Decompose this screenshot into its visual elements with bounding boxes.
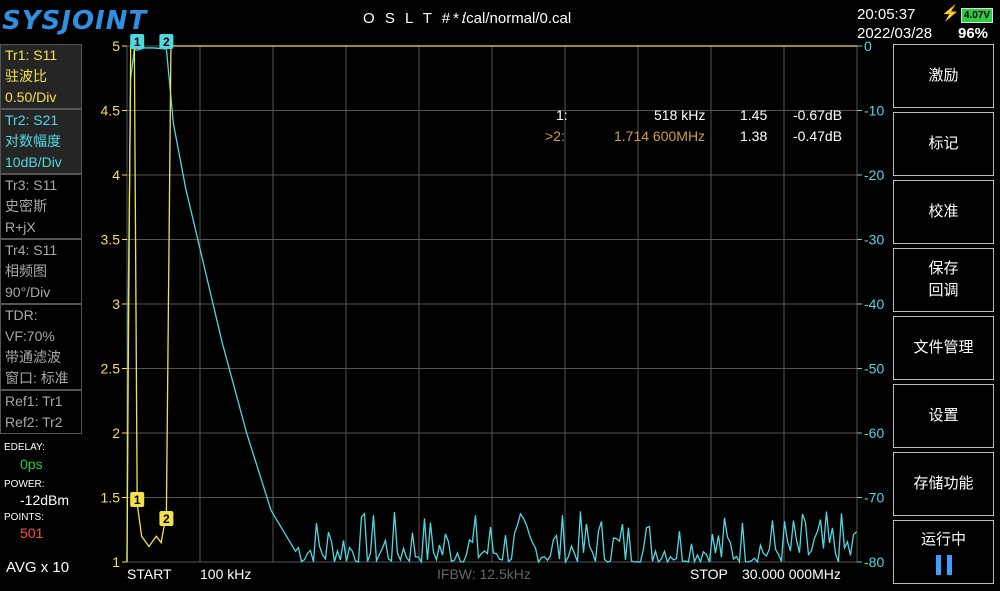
stimulus-button[interactable]: 激励 [893,44,994,108]
right-tick-label: -10 [864,103,884,119]
marker-2-freq: 1.714 600MHz [614,128,706,144]
right-tick-label: -40 [864,296,884,312]
marker-1-flag-top: 1 [130,34,145,49]
left-tick-label: 4.5 [101,103,121,119]
marker-1-freq: 518 kHz [654,107,706,123]
right-axis-ticks: 0 -10 -20 -30 -40 -50 -60 -70 -80 [857,38,884,570]
start-frequency[interactable]: 100 kHz [200,566,251,582]
stimulus-label: 激励 [928,67,959,84]
right-tick-label: -70 [864,490,884,506]
calibrate-button[interactable]: 校准 [893,180,994,244]
settings-button[interactable]: 设置 [893,384,994,448]
calibrate-label: 校准 [928,203,959,220]
start-label: START [127,566,172,582]
marker-2-flag-bottom: 2 [159,510,174,526]
run-label: 运行中 [920,531,966,548]
settings-label: 设置 [928,407,959,424]
save-recall-label: 保存 回调 [928,260,959,299]
pause-icon [935,555,952,575]
svg-text:2: 2 [163,512,170,526]
svg-text:1: 1 [134,35,141,49]
stop-label: STOP [690,566,728,582]
marker-1-id: 1: [556,107,568,123]
svg-text:2: 2 [163,35,170,49]
left-tick-label: 5 [112,38,120,54]
left-tick-label: 2.5 [101,361,121,377]
right-tick-label: -30 [864,232,884,248]
file-manager-button[interactable]: 文件管理 [893,316,994,380]
run-button[interactable]: 运行中 [893,520,994,584]
save-recall-button[interactable]: 保存 回调 [893,248,994,312]
left-tick-label: 3 [112,296,120,312]
marker-2-id: >2: [545,128,565,144]
marker-1-db: -0.67dB [793,107,843,123]
ifbw-label: IFBW: 12.5kHz [437,566,531,582]
left-tick-label: 1.5 [101,490,121,506]
marker-2-flag-top: 2 [159,34,174,49]
storage-button[interactable]: 存储功能 [893,452,994,516]
sweep-plot: 5 4.5 4 3.5 3 2.5 2 1.5 1 0 -10 -20 -30 -40 -50 -60 -70… [101,34,884,570]
left-tick-label: 3.5 [101,232,121,248]
svg-text:1: 1 [134,493,141,507]
right-tick-label: -50 [864,361,884,377]
marker-2-swr: 1.38 [740,128,768,144]
stop-frequency[interactable]: 30.000 000MHz [742,566,841,582]
right-tick-label: -20 [864,167,884,183]
file-manager-label: 文件管理 [913,339,974,356]
right-tick-label: 0 [864,38,872,54]
left-tick-label: 2 [112,425,120,441]
plot-grid [126,45,858,563]
marker-1-swr: 1.45 [740,107,768,123]
marker-1-flag-bottom: 1 [130,491,145,507]
marker-button[interactable]: 标记 [893,112,994,176]
left-tick-label: 4 [112,167,120,183]
left-axis-ticks: 5 4.5 4 3.5 3 2.5 2 1.5 1 [101,38,127,570]
left-tick-label: 1 [112,554,120,570]
storage-label: 存储功能 [913,475,974,492]
marker-2-db: -0.47dB [793,128,843,144]
right-tick-label: -80 [864,554,884,570]
right-tick-label: -60 [864,425,884,441]
marker-label: 标记 [928,135,959,152]
